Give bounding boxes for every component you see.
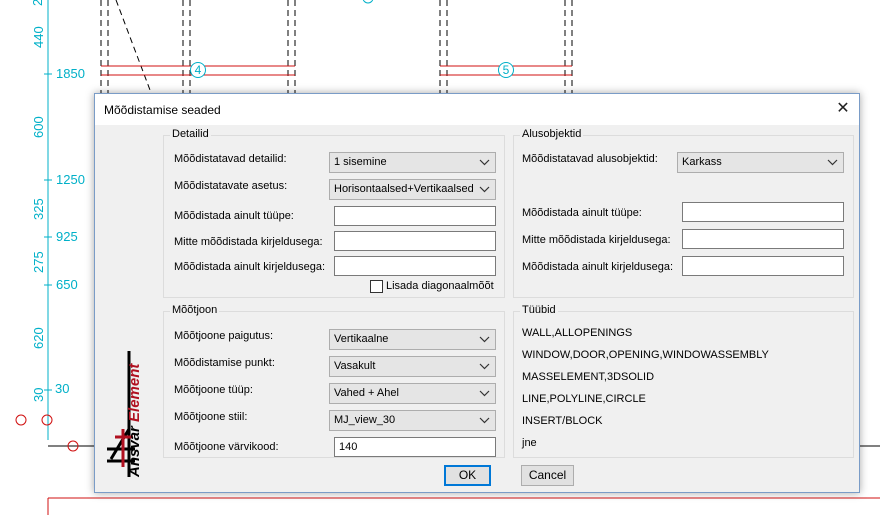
group-label-tuubid: Tüübid (520, 304, 558, 316)
label-details-not-description: Mitte mõõdistada kirjeldusega: (174, 236, 323, 248)
label-details-placement: Mõõdistatavate asetus: (174, 180, 288, 192)
dim-label-325: 325 (31, 198, 46, 220)
dim-label-650: 650 (56, 277, 78, 292)
ansvar-element-logo: Ansvar Element (107, 351, 143, 478)
label-dimline-type: Mõõtjoone tüüp: (174, 384, 253, 396)
dim-label-30: 30 (55, 381, 70, 396)
details-placement-dropdown[interactable]: Horisontaalsed+Vertikaalsed (329, 179, 496, 200)
grid-bubble-4: 4 (190, 62, 206, 78)
label-base-types-only: Mõõdistada ainult tüüpe: (522, 207, 642, 219)
chevron-down-icon (479, 336, 490, 343)
label-details-only-description: Mõõdistada ainult kirjeldusega: (174, 261, 326, 273)
types-list-item: WALL,ALLOPENINGS (522, 327, 633, 339)
dimline-style-dropdown[interactable]: MJ_view_30 (329, 410, 496, 431)
dim-label-1850: 1850 (56, 66, 85, 81)
logo-word-ansvar: Ansvar (126, 422, 143, 478)
diagonal-dimension-checkbox[interactable] (370, 280, 383, 293)
label-details-types-only: Mõõdistada ainult tüüpe: (174, 210, 294, 222)
chevron-down-icon (479, 363, 490, 370)
base-only-description-input[interactable] (682, 256, 844, 276)
chevron-down-icon (479, 417, 490, 424)
dim-label-1250: 1250 (56, 172, 85, 187)
close-icon[interactable]: ✕ (833, 99, 853, 119)
label-measured-base-objects: Mõõdistatavad alusobjektid: (522, 153, 658, 165)
cancel-button[interactable]: Cancel (521, 465, 574, 486)
dialog-title: Mõõdistamise seaded (104, 103, 221, 117)
logo-wordmark: Ansvar Element (126, 363, 143, 478)
dim-label-925: 925 (56, 229, 78, 244)
label-dimline-color: Mõõtjoone värvikood: (174, 441, 279, 453)
label-base-only-description: Mõõdistada ainult kirjeldusega: (522, 261, 674, 273)
dim-label-2290: 2290 (30, 0, 45, 6)
types-list-item: INSERT/BLOCK (522, 415, 603, 427)
chevron-down-icon (827, 159, 838, 166)
grid-bubble-5: 5 (498, 62, 514, 78)
dimline-placement-dropdown[interactable]: Vertikaalne (329, 329, 496, 350)
group-label-mootjoon: Mõõtjoon (170, 304, 220, 316)
details-not-description-input[interactable] (334, 231, 496, 251)
types-list-item: LINE,POLYLINE,CIRCLE (522, 393, 646, 405)
details-only-description-input[interactable] (334, 256, 496, 276)
dialog-titlebar[interactable]: Mõõdistamise seaded ✕ (95, 94, 859, 125)
dim-label-30-vertical: 30 (31, 387, 46, 402)
label-measure-point: Mõõdistamise punkt: (174, 357, 275, 369)
base-not-description-input[interactable] (682, 229, 844, 249)
dim-label-275: 275 (31, 251, 46, 273)
types-list-item: WINDOW,DOOR,OPENING,WINDOWASSEMBLY (522, 349, 769, 361)
dim-label-440: 440 (31, 26, 46, 48)
details-types-only-input[interactable] (334, 206, 496, 226)
group-label-alusobjektid: Alusobjektid (520, 128, 584, 140)
types-list-item: MASSELEMENT,3DSOLID (522, 371, 655, 383)
measured-base-objects-dropdown[interactable]: Karkass (677, 152, 844, 173)
types-list-item: jne (522, 437, 537, 449)
label-base-not-description: Mitte mõõdistada kirjeldusega: (522, 234, 671, 246)
label-measured-details: Mõõdistatavad detailid: (174, 153, 287, 165)
label-dimline-style: Mõõtjoone stiil: (174, 411, 248, 423)
ok-button[interactable]: OK (444, 465, 491, 486)
measurement-settings-dialog: Mõõdistamise seaded ✕ Detailid Mõõdistat… (94, 93, 860, 493)
dimline-color-input[interactable] (334, 437, 496, 457)
measure-point-dropdown[interactable]: Vasakult (329, 356, 496, 377)
base-types-only-input[interactable] (682, 202, 844, 222)
dim-label-620: 620 (31, 327, 46, 349)
chevron-down-icon (479, 159, 490, 166)
logo-word-element: Element (126, 363, 143, 422)
dimline-type-dropdown[interactable]: Vahed + Ahel (329, 383, 496, 404)
label-dimline-placement: Mõõtjoone paigutus: (174, 330, 274, 342)
chevron-down-icon (479, 186, 490, 193)
group-label-detailid: Detailid (170, 128, 211, 140)
chevron-down-icon (479, 390, 490, 397)
label-diagonal-dimension: Lisada diagonaalmõõt (386, 280, 494, 292)
measured-details-dropdown[interactable]: 1 sisemine (329, 152, 496, 173)
dim-label-600: 600 (31, 116, 46, 138)
